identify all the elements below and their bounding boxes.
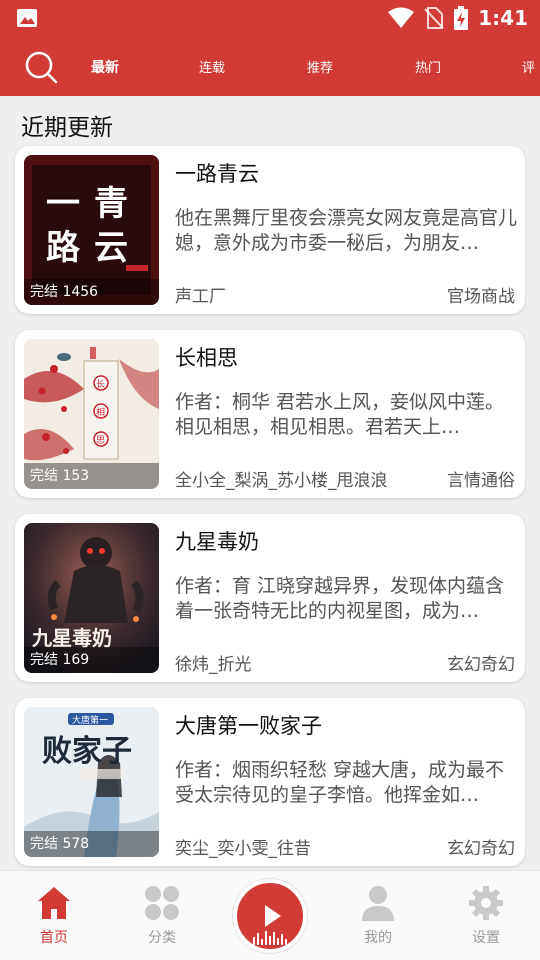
status-badge: 完结 578 <box>30 836 90 852</box>
book-title: 九星毒奶 <box>175 530 259 554</box>
image-icon <box>17 9 37 27</box>
status-badge: 完结 169 <box>30 652 90 668</box>
book-cover: 大唐第一 败家子 完结 578 <box>24 707 159 857</box>
book-description: 作者：烟雨织轻愁 穿越大唐，成为最不受太宗待见的皇子李愔。他挥金如… <box>175 759 505 806</box>
book-cover: 长 相 思 完结 153 <box>24 339 159 489</box>
status-badge: 完结 153 <box>30 468 90 484</box>
cover-title-art: 败家子 <box>42 734 132 769</box>
tab-hot[interactable]: 热门 <box>415 57 441 76</box>
home-icon <box>38 887 70 919</box>
book-card[interactable]: 大唐第一 败家子 完结 578 大唐第一败家子 作者：烟雨织轻愁 穿越大唐，成为… <box>15 698 525 866</box>
search-icon[interactable] <box>24 50 58 84</box>
book-description: 他在黑舞厅里夜会漂亮女网友竟是高官儿媳，意外成为市委一秘后，为朋友… <box>175 207 517 254</box>
bottom-nav-settings[interactable]: 设置 <box>446 871 526 960</box>
book-category: 官场商战 <box>447 287 515 307</box>
cover-tag: 大唐第一 <box>72 714 108 726</box>
cover-char: 思 <box>96 435 105 446</box>
bottom-nav-label: 分类 <box>148 930 176 946</box>
book-author: 声工厂 <box>175 287 226 307</box>
book-cover: 九星毒奶 完结 169 <box>24 523 159 673</box>
bottom-nav-mine[interactable]: 我的 <box>338 871 418 960</box>
book-category: 玄幻奇幻 <box>447 655 515 675</box>
book-author: 徐炜_折光 <box>175 655 252 675</box>
book-card[interactable]: 长 相 思 完结 153 长相思 作者：桐华 君若水上风，妾似风中莲。相见相思，… <box>15 330 525 498</box>
book-description: 作者：桐华 君若水上风，妾似风中莲。相见相思，相见相思。君若天上… <box>175 391 505 438</box>
cover-char: 路 <box>46 228 81 268</box>
wifi-icon <box>388 7 415 28</box>
book-cover: 一 路 青 云 完结 1456 <box>24 155 159 305</box>
cover-char: 相 <box>96 406 105 418</box>
gear-icon <box>469 886 503 920</box>
play-icon <box>253 905 287 945</box>
section-title: 近期更新 <box>21 115 113 141</box>
bottom-nav-category[interactable]: 分类 <box>122 871 202 960</box>
tab-more[interactable]: 评 <box>522 57 535 76</box>
book-title: 大唐第一败家子 <box>175 714 322 738</box>
status-badge: 完结 1456 <box>30 284 99 300</box>
book-category: 玄幻奇幻 <box>447 839 515 859</box>
book-description: 作者：育 江晓穿越异界，发现体内蕴含着一张奇特无比的内视星图，成为… <box>175 575 505 622</box>
book-card[interactable]: 一 路 青 云 完结 1456 一路青云 他在黑舞厅里夜会漂亮女网友竟是高官儿媳… <box>15 146 525 314</box>
tab-latest[interactable]: 最新 <box>91 57 119 77</box>
clock-time: 1:41 <box>478 6 528 30</box>
book-title: 长相思 <box>175 346 238 370</box>
book-author: 全小全_梨涡_苏小楼_甩浪浪 <box>175 471 388 491</box>
tab-recommended[interactable]: 推荐 <box>307 57 333 76</box>
cover-char: 长 <box>96 378 105 390</box>
top-nav-bar: 最新 连载 推荐 热门 评 <box>0 36 540 96</box>
play-button[interactable] <box>233 879 307 953</box>
bottom-nav-home[interactable]: 首页 <box>14 871 94 960</box>
bottom-nav-bar: 首页 分类 我的 设置 <box>0 870 540 960</box>
bottom-nav-label: 我的 <box>364 930 392 946</box>
user-icon <box>362 886 394 921</box>
book-card[interactable]: 九星毒奶 完结 169 九星毒奶 作者：育 江晓穿越异界，发现体内蕴含着一张奇特… <box>15 514 525 682</box>
book-author: 奕尘_奕小雯_往昔 <box>175 839 311 859</box>
bottom-nav-label: 设置 <box>472 930 500 946</box>
book-title: 一路青云 <box>175 162 259 186</box>
cover-char: 青 <box>94 184 128 224</box>
no-sim-icon <box>424 7 444 29</box>
cover-char: 云 <box>94 228 128 268</box>
tab-serializing[interactable]: 连载 <box>199 57 225 76</box>
bottom-nav-label: 首页 <box>40 930 68 946</box>
status-bar: 1:41 <box>0 0 540 36</box>
cover-char: 一 <box>46 184 80 224</box>
book-category: 言情通俗 <box>447 471 515 491</box>
battery-charging-icon <box>454 6 469 30</box>
category-grid-icon <box>145 886 179 920</box>
